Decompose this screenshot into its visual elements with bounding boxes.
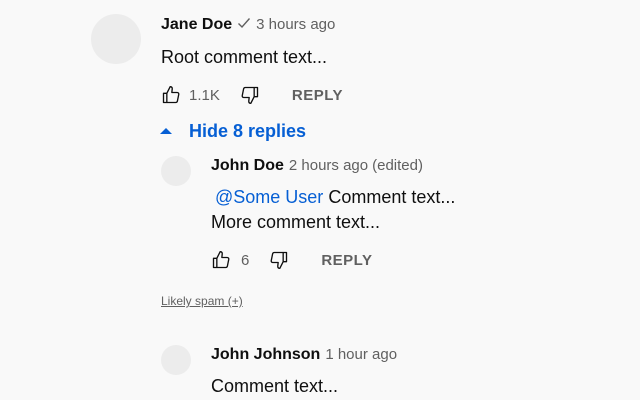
hide-replies-button[interactable]: Hide 8 replies	[159, 121, 306, 142]
comment-text: Root comment text...	[161, 47, 328, 67]
dislike-icon[interactable]	[238, 83, 262, 107]
likely-spam-link[interactable]: Likely spam (+)	[161, 294, 243, 308]
comments-section: Jane Doe 3 hours ago Root comment text..…	[0, 0, 640, 400]
like-count: 6	[241, 251, 250, 269]
avatar[interactable]	[91, 14, 141, 64]
dislike-icon[interactable]	[267, 248, 291, 272]
hide-replies-label: Hide 8 replies	[189, 121, 307, 141]
reply-actions: 6 REPLY	[209, 248, 372, 272]
reply-header: John Johnson 1 hour ago	[211, 346, 397, 364]
avatar[interactable]	[161, 345, 191, 375]
reply-text: Comment text...	[328, 187, 456, 207]
reply-button[interactable]: REPLY	[321, 252, 372, 269]
comment-timestamp[interactable]: 3 hours ago	[256, 16, 335, 33]
reply-header: John Doe 2 hours ago (edited)	[211, 157, 423, 175]
author-name[interactable]: John Doe	[211, 157, 284, 175]
reply-timestamp[interactable]: 2 hours ago	[289, 157, 368, 174]
comment-actions: 1.1K REPLY	[159, 83, 343, 107]
reply-button[interactable]: REPLY	[292, 87, 343, 104]
comment-header: Jane Doe 3 hours ago	[161, 16, 335, 34]
reply-text: Comment text...	[211, 376, 339, 396]
reply-timestamp[interactable]: 1 hour ago	[325, 346, 397, 363]
like-icon[interactable]	[159, 83, 183, 107]
avatar[interactable]	[161, 156, 191, 186]
user-mention-link[interactable]: @Some User	[215, 187, 323, 207]
author-name[interactable]: John Johnson	[211, 346, 320, 364]
reply-text-line-1: @Some User Comment text...	[215, 187, 455, 208]
author-name[interactable]: Jane Doe	[161, 16, 232, 34]
reply-text-line-2: More comment text...	[211, 212, 381, 232]
checkmark-icon	[237, 16, 251, 32]
like-count: 1.1K	[189, 86, 220, 104]
like-icon[interactable]	[209, 248, 233, 272]
caret-up-icon	[159, 123, 173, 141]
edited-label: (edited)	[372, 157, 423, 174]
